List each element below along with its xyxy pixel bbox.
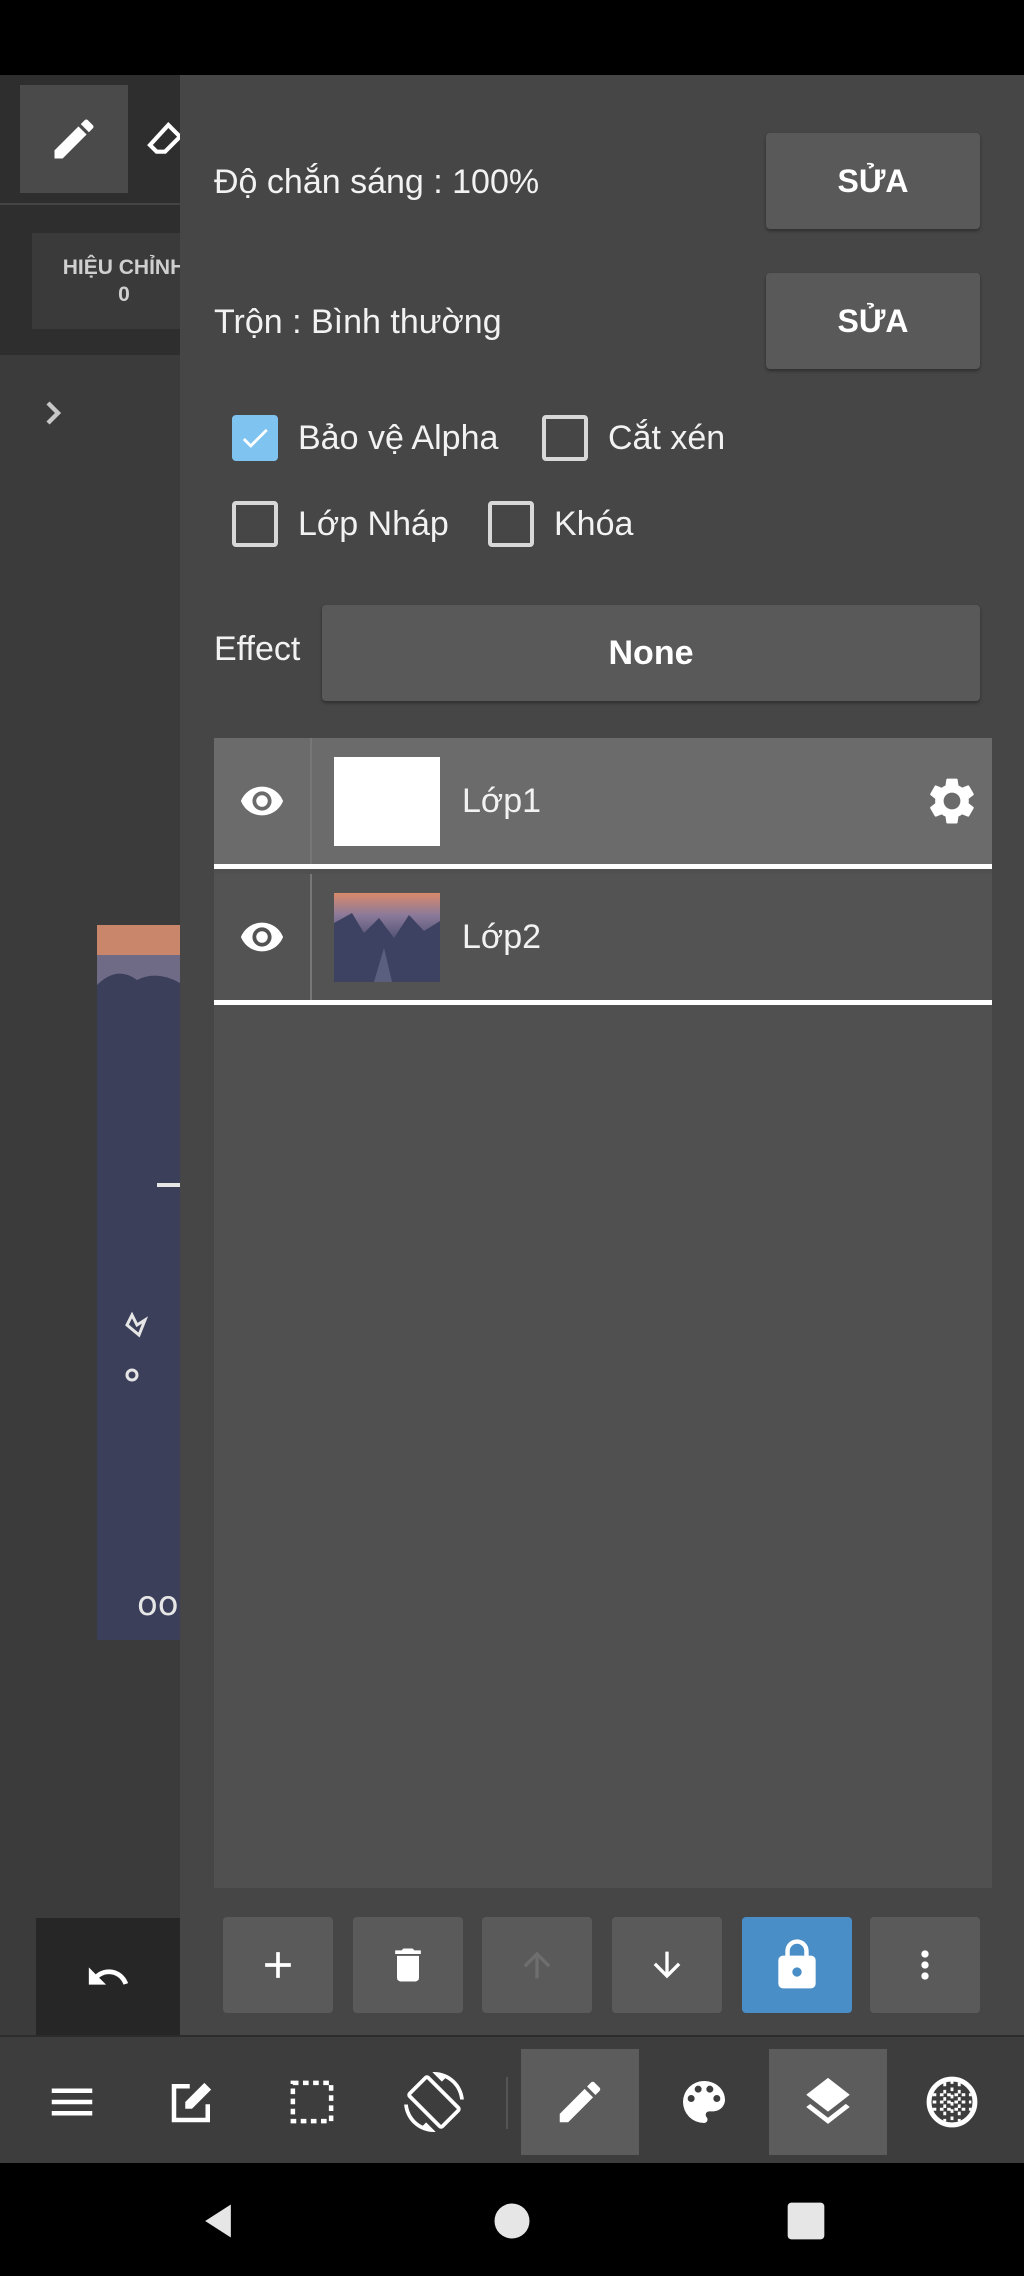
color-palette-button[interactable]: [645, 2049, 763, 2155]
undo-button[interactable]: [36, 1918, 180, 2035]
opacity-label: Độ chắn sáng : 100%: [214, 163, 540, 201]
blend-label: Trộn : Bình thường: [214, 303, 502, 341]
layer-name: Lớp1: [462, 781, 542, 820]
check-icon: [242, 428, 268, 448]
visibility-toggle[interactable]: [214, 874, 312, 1000]
left-toolbar: HIỆU CHỈNH 0: [0, 75, 180, 355]
more-icon: [921, 1950, 929, 1980]
draft-layer-checkbox[interactable]: Lớp Nháp: [232, 501, 449, 547]
draft-layer-label: Lớp Nháp: [298, 504, 449, 543]
home-button[interactable]: [484, 2193, 540, 2249]
back-triangle-icon: [205, 2204, 231, 2238]
layer-row[interactable]: Lớp1: [214, 738, 992, 869]
clipping-checkbox[interactable]: Cắt xén: [542, 415, 725, 461]
move-down-icon: [653, 1951, 681, 1979]
bottom-toolbar: [0, 2035, 1024, 2163]
recents-square-icon: [787, 2202, 825, 2240]
adjust-button[interactable]: HIỆU CHỈNH 0: [32, 233, 180, 329]
visibility-toggle[interactable]: [214, 738, 312, 864]
layer-name: Lớp2: [462, 917, 542, 956]
undo-icon: [88, 1966, 129, 1985]
layer-list: Lớp1 Lớp2: [214, 738, 992, 1888]
lock-label: Khóa: [554, 504, 634, 543]
brush-icon: [559, 2081, 601, 2123]
protect-alpha-checkbox[interactable]: Bảo vệ Alpha: [232, 415, 498, 461]
divider: [0, 203, 180, 205]
rotate-button[interactable]: [375, 2049, 493, 2155]
delete-icon: [395, 1948, 421, 1982]
system-nav-bar: [0, 2163, 1024, 2276]
back-button[interactable]: [190, 2193, 246, 2249]
palette-icon: [683, 2081, 725, 2123]
move-layer-down-button[interactable]: [612, 1917, 722, 2013]
home-circle-icon: [494, 2203, 530, 2239]
clipping-label: Cắt xén: [608, 418, 726, 457]
layer-panel: Độ chắn sáng : 100% SỬA Trộn : Bình thườ…: [180, 75, 1024, 2035]
rotate-icon: [404, 2072, 464, 2132]
recents-button[interactable]: [778, 2193, 834, 2249]
checkbox-checked[interactable]: [232, 415, 278, 461]
layer-thumbnail: [334, 756, 440, 846]
eraser-tool-button[interactable]: [145, 105, 180, 175]
menu-icon: [51, 2088, 93, 2116]
layers-button[interactable]: [769, 2049, 887, 2155]
menu-button[interactable]: [13, 2049, 131, 2155]
checkbox-unchecked[interactable]: [232, 501, 278, 547]
edit-icon: [171, 2082, 212, 2123]
delete-layer-button[interactable]: [353, 1917, 463, 2013]
selection-icon: [290, 2080, 334, 2124]
layer-action-bar: [180, 1905, 1024, 2025]
effect-label: Effect: [214, 630, 301, 668]
canvas-preview[interactable]: oo: [97, 925, 180, 1640]
add-layer-button[interactable]: [223, 1917, 333, 2013]
globe-button[interactable]: [893, 2049, 1011, 2155]
checkbox-unchecked[interactable]: [488, 501, 534, 547]
adjust-value: 0: [118, 283, 130, 306]
blend-edit-button[interactable]: SỬA: [766, 273, 980, 369]
lock-icon: [778, 1939, 816, 1989]
toolbar-separator: [506, 2077, 508, 2129]
lock-checkbox[interactable]: Khóa: [488, 501, 633, 547]
eraser-icon: [147, 121, 180, 154]
lock-layer-button[interactable]: [742, 1917, 852, 2013]
opacity-edit-button[interactable]: SỬA: [766, 133, 980, 229]
gear-icon: [930, 778, 974, 824]
pen-tool-button[interactable]: [20, 85, 128, 193]
pencil-icon: [54, 119, 94, 159]
layers-icon: [806, 2077, 850, 2124]
layer-thumbnail: [334, 892, 440, 982]
layer-row[interactable]: Lớp2: [214, 874, 992, 1005]
adjust-label: HIỆU CHỈNH: [62, 255, 180, 279]
globe-icon: [926, 2076, 978, 2128]
checkbox-unchecked[interactable]: [542, 415, 588, 461]
chevron-right-icon[interactable]: [38, 393, 68, 438]
edit-button[interactable]: [133, 2049, 251, 2155]
eye-icon: [240, 922, 284, 952]
protect-alpha-label: Bảo vệ Alpha: [298, 418, 499, 457]
effect-select-button[interactable]: None: [322, 605, 980, 701]
eye-icon: [240, 786, 284, 816]
add-icon: [265, 1952, 291, 1978]
brush-button[interactable]: [521, 2049, 639, 2155]
more-options-button[interactable]: [870, 1917, 980, 2013]
svg-text:oo: oo: [137, 1584, 179, 1624]
left-pane: HIỆU CHỈNH 0 oo: [0, 75, 180, 2035]
move-layer-up-button[interactable]: [482, 1917, 592, 2013]
selection-button[interactable]: [253, 2049, 371, 2155]
layer-settings-button[interactable]: [912, 773, 992, 829]
status-bar: [0, 0, 1024, 75]
move-up-icon: [523, 1951, 551, 1979]
